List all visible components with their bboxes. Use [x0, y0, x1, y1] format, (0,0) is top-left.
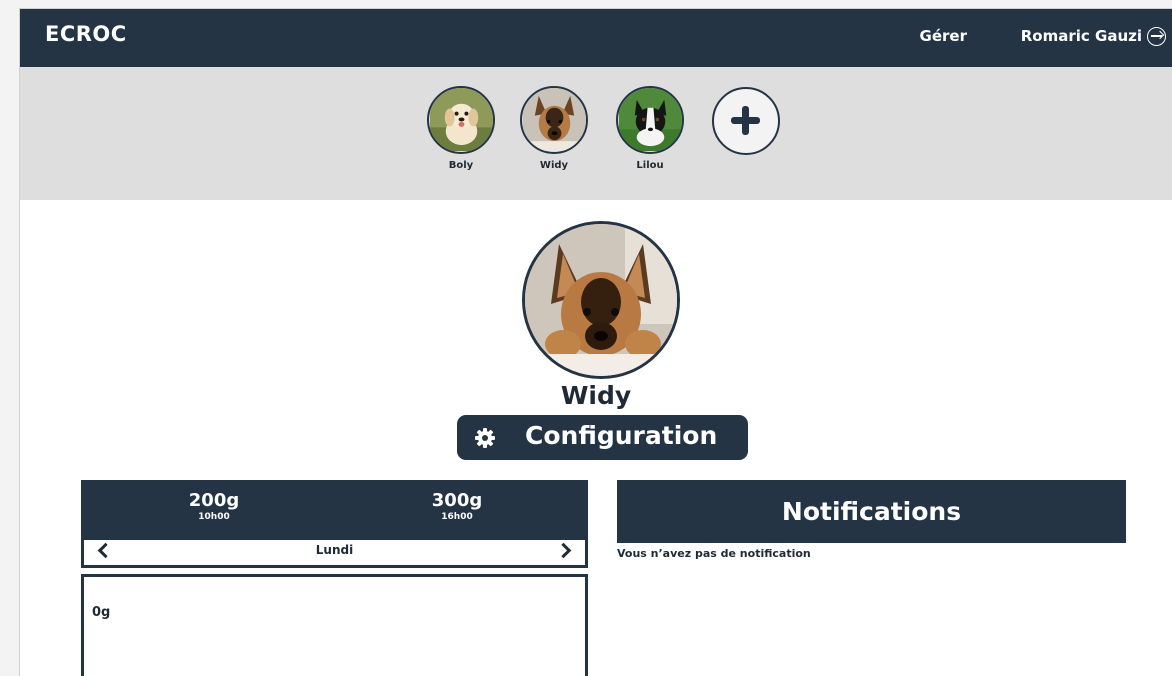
notifications-title: Notifications [781, 497, 962, 526]
app-frame: ECROC Gérer Romaric Gauzi Boly Widy Lilo… [19, 8, 1172, 676]
meal-time: 16h00 [441, 512, 473, 522]
pet-avatar-boly[interactable] [427, 86, 495, 154]
manage-link[interactable]: Gérer [920, 27, 967, 45]
top-navbar: ECROC Gérer Romaric Gauzi [20, 9, 1172, 67]
configuration-button[interactable]: Configuration [457, 415, 748, 460]
day-label: Lundi [315, 543, 354, 557]
add-pet-button[interactable] [712, 87, 780, 155]
meal-time: 10h00 [198, 512, 230, 522]
consumption-panel: 0g [81, 574, 588, 676]
selected-pet-name: Widy [560, 381, 632, 410]
meal-quantity: 200g [188, 490, 240, 511]
meal-slot[interactable]: 200g 10h00 [164, 491, 264, 523]
configuration-label: Configuration [525, 421, 718, 450]
meal-schedule-header: 200g 10h00 300g 16h00 [81, 480, 588, 540]
pet-name-label: Lilou [636, 160, 664, 171]
day-selector: Lundi [81, 540, 588, 568]
consumption-total: 0g [92, 605, 111, 620]
logout-icon[interactable] [1147, 27, 1166, 46]
selected-pet-avatar [522, 221, 680, 379]
pet-name-label: Widy [539, 160, 569, 171]
pet-selector-strip: Boly Widy Lilou [20, 67, 1172, 200]
brand-logo[interactable]: ECROC [45, 22, 127, 46]
pet-avatar-widy[interactable] [520, 86, 588, 154]
pet-item-widy[interactable]: Widy [520, 86, 588, 171]
pet-avatar-lilou[interactable] [616, 86, 684, 154]
notifications-header: Notifications [617, 480, 1126, 543]
pet-name-label: Boly [448, 160, 474, 171]
pet-item-boly[interactable]: Boly [427, 86, 495, 171]
meal-slot[interactable]: 300g 16h00 [407, 491, 507, 523]
meal-quantity: 300g [431, 490, 483, 511]
pet-item-lilou[interactable]: Lilou [616, 86, 684, 171]
user-name-link[interactable]: Romaric Gauzi [1021, 27, 1142, 45]
gear-icon [475, 428, 495, 448]
notifications-empty-message: Vous n’avez pas de notification [617, 547, 811, 560]
